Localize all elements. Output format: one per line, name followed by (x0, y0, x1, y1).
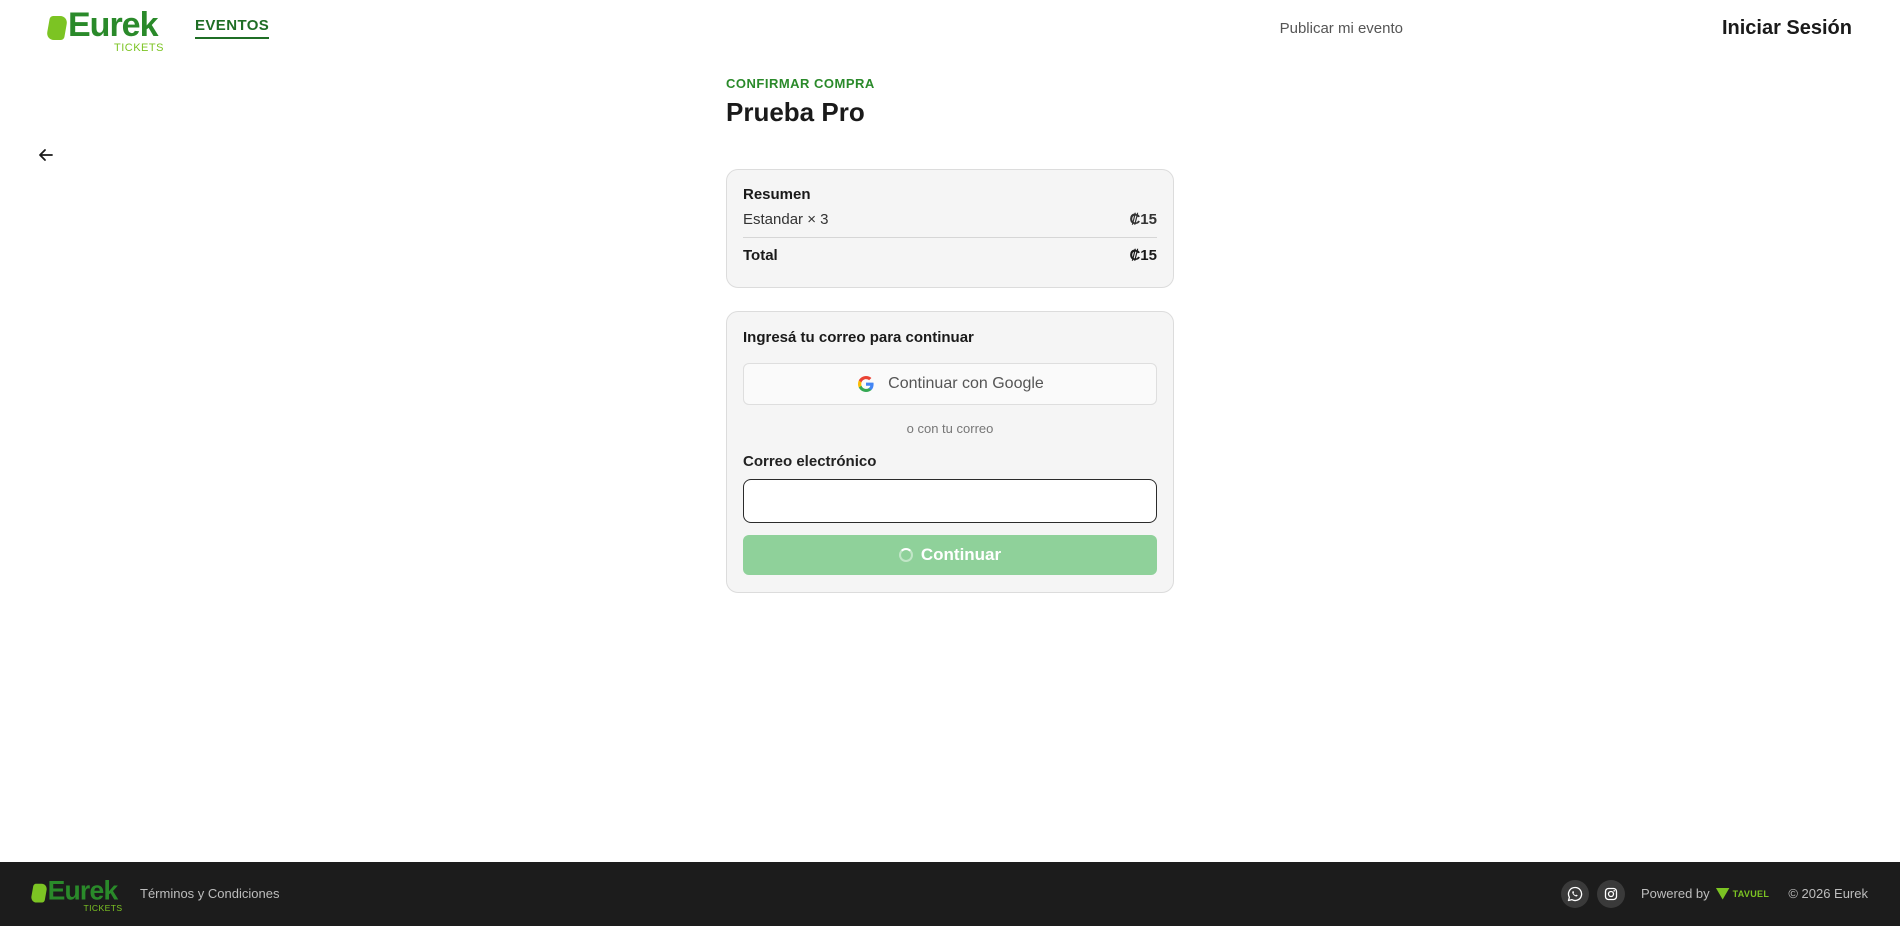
total-amount: ₡15 (1129, 247, 1157, 264)
summary-line-item: Estandar × 3 ₡15 (743, 211, 1157, 238)
publish-event-link[interactable]: Publicar mi evento (1280, 20, 1403, 37)
copyright-text: © 2026 Eurek (1788, 886, 1868, 901)
email-divider-text: o con tu correo (906, 421, 994, 436)
line-item-amount: ₡15 (1129, 211, 1157, 228)
email-field[interactable] (743, 479, 1157, 523)
email-login-card: Ingresá tu correo para continuar Continu… (726, 311, 1174, 593)
logo-leaf-icon (45, 16, 69, 40)
nav-events-link[interactable]: EVENTOS (195, 17, 270, 39)
order-summary-card: Resumen Estandar × 3 ₡15 Total ₡15 (726, 169, 1174, 288)
whatsapp-button[interactable] (1561, 880, 1589, 908)
tavuel-logo[interactable]: TAVUEL (1715, 887, 1770, 900)
terms-link[interactable]: Términos y Condiciones (140, 886, 279, 901)
logo-wordmark: Eurek (68, 6, 158, 44)
page-title: Prueba Pro (726, 97, 865, 127)
email-field-label: Correo electrónico (743, 453, 877, 470)
google-signin-button[interactable]: Continuar con Google (743, 363, 1157, 405)
footer-logo-wordmark: Eurek (47, 876, 119, 906)
line-item-label: Estandar × 3 (743, 211, 829, 228)
footer-logo-subtitle: TICKETS (83, 904, 123, 914)
login-heading: Ingresá tu correo para continuar (743, 329, 974, 346)
footer-logo[interactable]: Eurek TICKETS (30, 876, 126, 914)
google-button-label: Continuar con Google (888, 375, 1044, 392)
powered-by: Powered by TAVUEL (1641, 886, 1769, 901)
login-link[interactable]: Iniciar Sesión (1722, 17, 1852, 40)
google-icon (858, 376, 874, 392)
instagram-icon (1604, 887, 1618, 901)
summary-heading: Resumen (743, 186, 811, 203)
continue-button[interactable]: Continuar (743, 535, 1157, 575)
summary-total-row: Total ₡15 (743, 247, 1157, 264)
logo-subtitle: TICKETS (114, 42, 164, 54)
tavuel-mark-icon (1715, 887, 1730, 900)
page-eyebrow: CONFIRMAR COMPRA (726, 76, 875, 91)
site-header: Eurek TICKETS EVENTOS Publicar mi evento… (0, 0, 1900, 58)
instagram-button[interactable] (1597, 880, 1625, 908)
whatsapp-icon (1567, 886, 1583, 902)
eurek-logo[interactable]: Eurek TICKETS (45, 6, 168, 54)
arrow-left-icon (39, 149, 53, 161)
tavuel-wordmark: TAVUEL (1732, 888, 1770, 899)
spinner-icon (898, 548, 913, 562)
powered-by-label: Powered by (1641, 886, 1710, 901)
continue-button-label: Continuar (920, 545, 1002, 564)
footer-logo-leaf-icon (30, 883, 48, 903)
checkout-main: CONFIRMAR COMPRA Prueba Pro Resumen Esta… (726, 76, 1174, 593)
site-footer: Eurek TICKETS Términos y Condiciones Pow… (0, 862, 1900, 926)
total-label: Total (743, 247, 778, 264)
back-button[interactable] (36, 145, 56, 165)
